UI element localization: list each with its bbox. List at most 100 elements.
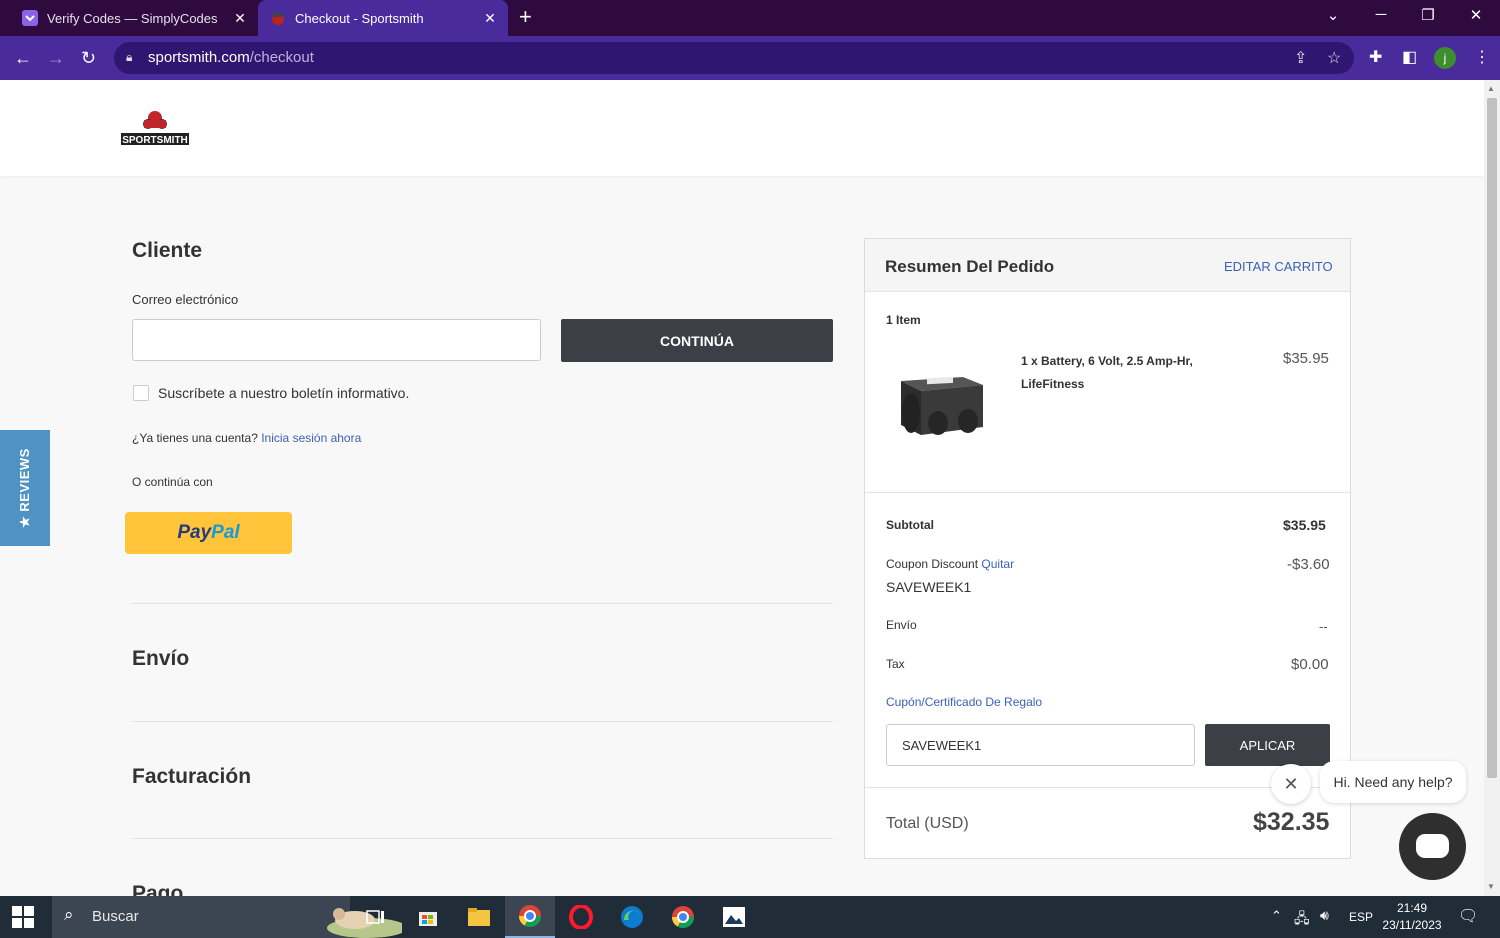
task-view-icon[interactable] [351, 896, 401, 938]
email-field[interactable] [132, 319, 541, 361]
browser-toolbar: ← → ↻ 🔒︎ sportsmith.com/checkout ⇪ ☆ ✚ ◧… [0, 36, 1500, 80]
tab-search-chevron-icon[interactable]: ⌄ [1318, 6, 1348, 24]
network-icon[interactable]: 🖧︎ [1294, 908, 1310, 932]
new-tab-button[interactable]: + [519, 5, 532, 29]
tab-title: Checkout - Sportsmith [295, 10, 424, 26]
reviews-tab-label: ★ REVIEWS [17, 448, 32, 528]
search-icon: ⌕ [64, 905, 74, 924]
address-bar[interactable]: 🔒︎ sportsmith.com/checkout ⇪ ☆ [114, 42, 1354, 74]
file-explorer-icon[interactable] [454, 896, 504, 938]
lock-icon: 🔒︎ [126, 50, 133, 64]
minimize-icon[interactable]: ─ [1366, 6, 1396, 23]
bookmark-star-icon[interactable]: ☆ [1327, 48, 1341, 68]
section-divider [132, 838, 833, 839]
clock-date: 23/11/2023 [1382, 918, 1442, 932]
coupon-discount-value: -$3.60 [1287, 556, 1330, 573]
browser-tab-strip: Verify Codes — SimplyCodes ✕ Checkout - … [0, 0, 1500, 36]
subtotal-label: Subtotal [886, 518, 934, 532]
close-window-icon[interactable]: ✕ [1461, 6, 1491, 24]
section-divider [132, 721, 833, 722]
tax-value: $0.00 [1291, 656, 1329, 673]
paypal-logo-pal: Pal [211, 522, 240, 543]
chrome-profile-taskbar-icon[interactable] [505, 896, 555, 938]
total-value: $32.35 [1253, 808, 1330, 836]
coupon-discount-label: Coupon Discount [886, 557, 979, 571]
page-scrollbar[interactable]: ▲ ▼ [1484, 80, 1500, 896]
or-continue-label: O continúa con [132, 475, 213, 489]
newsletter-label: Suscríbete a nuestro boletín informativo… [158, 385, 410, 401]
shipping-heading: Envío [132, 647, 190, 670]
tab-verify-codes[interactable]: Verify Codes — SimplyCodes ✕ [10, 0, 258, 36]
total-label: Total (USD) [886, 815, 969, 832]
share-icon[interactable]: ⇪ [1294, 48, 1307, 68]
language-indicator[interactable]: ESP [1349, 910, 1373, 924]
close-tab-icon[interactable]: ✕ [478, 10, 502, 27]
forward-arrow-icon[interactable]: → [47, 47, 65, 69]
gift-certificate-link[interactable]: Cupón/Certificado De Regalo [886, 695, 1042, 709]
signin-link[interactable]: Inicia sesión ahora [261, 431, 361, 445]
microsoft-store-icon[interactable] [403, 896, 453, 938]
chat-bubble-icon [1416, 834, 1449, 858]
reviews-side-tab[interactable]: ★ REVIEWS [0, 430, 50, 546]
notifications-icon[interactable]: 🗨︎ [1458, 906, 1478, 926]
tab-title: Verify Codes — SimplyCodes [47, 10, 218, 26]
item-name: 1 x Battery, 6 Volt, 2.5 Amp-Hr, LifeFit… [1021, 350, 1193, 396]
side-panel-icon[interactable]: ◧ [1402, 47, 1417, 67]
coupon-remove-link[interactable]: Quitar [981, 557, 1014, 571]
tray-chevron-icon[interactable]: ⌃ [1271, 908, 1282, 924]
scroll-down-arrow-icon[interactable]: ▼ [1487, 882, 1495, 891]
clock-time: 21:49 [1396, 901, 1428, 915]
sportsmith-logo[interactable]: SPORTSMITH [120, 108, 190, 148]
edge-icon[interactable] [607, 896, 657, 938]
opera-icon[interactable] [556, 896, 606, 938]
volume-icon[interactable]: 🔊︎ [1320, 907, 1329, 924]
extensions-puzzle-icon[interactable]: ✚ [1369, 47, 1382, 67]
chat-greeting-bubble[interactable]: Hi. Need any help? [1320, 761, 1466, 803]
restore-icon[interactable]: ❐ [1413, 6, 1443, 24]
chat-launcher-button[interactable] [1399, 813, 1466, 880]
item-price: $35.95 [1283, 350, 1329, 367]
site-header: SPORTSMITH [0, 80, 1484, 176]
scroll-up-arrow-icon[interactable]: ▲ [1487, 84, 1495, 93]
battery-product-image [901, 376, 983, 435]
url-text: sportsmith.com/checkout [148, 49, 314, 66]
taskbar-search[interactable]: ⌕ Buscar [52, 896, 402, 938]
customer-heading: Cliente [132, 239, 203, 262]
url-path: /checkout [249, 49, 314, 66]
billing-heading: Facturación [132, 765, 252, 788]
checkout-page: SPORTSMITH Cliente Correo electrónico CO… [0, 80, 1484, 896]
coupon-code-input[interactable]: SAVEWEEK1 [886, 724, 1195, 766]
continue-button[interactable]: CONTINÚA [561, 319, 833, 362]
payment-heading: Pago [132, 882, 184, 896]
newsletter-checkbox[interactable] [133, 385, 149, 401]
browser-menu-icon[interactable]: ⋮ [1474, 47, 1490, 67]
item-count: 1 Item [886, 313, 921, 327]
profile-avatar[interactable]: j [1434, 47, 1456, 69]
scrollbar-thumb[interactable] [1487, 98, 1497, 778]
tax-label: Tax [886, 657, 905, 671]
summary-divider [865, 492, 1350, 493]
clock[interactable]: 21:49 23/11/2023 [1380, 900, 1444, 934]
close-tab-icon[interactable]: ✕ [228, 10, 252, 27]
photos-icon[interactable] [709, 896, 759, 938]
order-summary-header: Resumen Del Pedido EDITAR CARRITO [865, 239, 1350, 292]
paypal-button[interactable]: Pay Pal [125, 512, 292, 554]
edit-cart-link[interactable]: EDITAR CARRITO [1224, 259, 1333, 274]
search-placeholder: Buscar [92, 908, 139, 925]
url-host: sportsmith.com [148, 49, 250, 66]
coupon-code: SAVEWEEK1 [886, 579, 972, 595]
account-prompt-text: ¿Ya tienes una cuenta? [132, 431, 258, 445]
chrome-icon[interactable] [658, 896, 708, 938]
section-divider [132, 603, 833, 604]
shipping-label: Envío [886, 618, 917, 632]
apply-coupon-button[interactable]: APLICAR [1205, 724, 1330, 766]
svg-text:SPORTSMITH: SPORTSMITH [122, 135, 188, 146]
order-summary-title: Resumen Del Pedido [885, 257, 1055, 276]
item-name-line1: 1 x Battery, 6 Volt, 2.5 Amp-Hr, [1021, 354, 1193, 368]
chat-close-icon[interactable]: ✕ [1271, 764, 1311, 804]
subtotal-value: $35.95 [1283, 517, 1326, 533]
back-arrow-icon[interactable]: ← [14, 47, 32, 69]
tab-checkout-sportsmith[interactable]: Checkout - Sportsmith ✕ [258, 0, 508, 36]
reload-icon[interactable]: ↻ [81, 47, 96, 69]
windows-start-icon[interactable] [12, 906, 34, 928]
